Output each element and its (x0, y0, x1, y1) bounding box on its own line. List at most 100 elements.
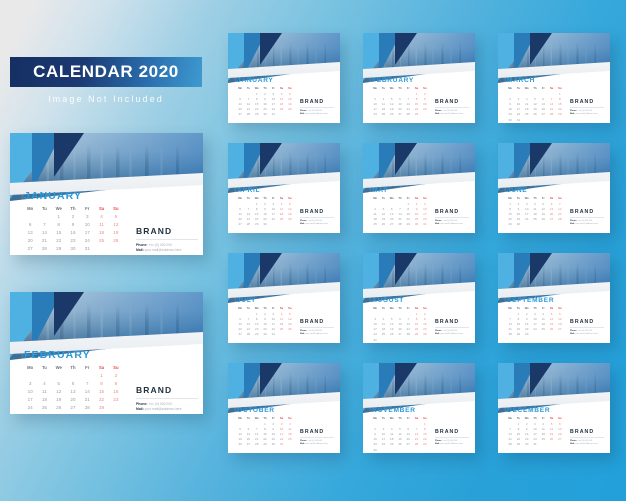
day-cell[interactable]: 20 (66, 396, 80, 404)
day-cell[interactable]: 31 (514, 117, 522, 122)
day-cell[interactable]: 16 (66, 228, 80, 236)
day-cell[interactable]: 14 (37, 228, 51, 236)
day-cell[interactable]: 23 (109, 396, 123, 404)
day-cell[interactable]: 30 (523, 442, 531, 447)
day-cell[interactable]: 29 (52, 245, 66, 253)
day-cell[interactable]: 27 (388, 222, 396, 227)
day-cell[interactable]: 1 (94, 371, 108, 379)
day-cell[interactable]: 30 (523, 332, 531, 337)
day-cell[interactable]: 3 (23, 379, 37, 387)
day-cell[interactable]: 5 (52, 379, 66, 387)
day-cell[interactable]: 7 (37, 220, 51, 228)
day-cell[interactable]: 2 (66, 212, 80, 220)
day-cell[interactable]: 25 (379, 112, 387, 117)
day-cell[interactable]: 16 (109, 387, 123, 395)
calendar-card-february[interactable]: FEBRUARY Mo Tu We Th Fr Sa Su 1 2 3 4 5 6 7 8 9 10 11 12 13 1… (10, 292, 203, 414)
day-cell[interactable]: 29 (506, 222, 514, 227)
day-cell[interactable]: 27 (236, 222, 244, 227)
day-cell[interactable]: 21 (37, 237, 51, 245)
day-cell[interactable]: 24 (23, 404, 37, 412)
calendar-card-march[interactable]: MARCH Mo Tu We Th Fr Sa Su 1 2 3 4 5 6 7 8 9 10 11 12 13 14 15… (498, 33, 610, 123)
day-cell[interactable]: 12 (109, 220, 123, 228)
day-cell[interactable]: 30 (412, 222, 420, 227)
day-cell[interactable]: 25 (371, 222, 379, 227)
day-cell[interactable]: 28 (506, 332, 514, 337)
day-cell[interactable]: 28 (253, 442, 261, 447)
day-cell[interactable]: 13 (23, 228, 37, 236)
day-cell[interactable]: 18 (94, 228, 108, 236)
day-cell[interactable]: 31 (421, 222, 429, 227)
day-cell[interactable]: 19 (52, 396, 66, 404)
day-cell[interactable]: 31 (80, 245, 94, 253)
day-cell[interactable]: 22 (52, 237, 66, 245)
day-cell[interactable]: 23 (66, 237, 80, 245)
day-cell[interactable]: 29 (261, 442, 269, 447)
day-cell[interactable]: 28 (396, 222, 404, 227)
day-cell[interactable]: 27 (66, 404, 80, 412)
day-cell[interactable]: 22 (94, 396, 108, 404)
day-cell[interactable]: 29 (514, 332, 522, 337)
day-cell[interactable]: 29 (412, 112, 420, 117)
day-cell[interactable]: 12 (52, 387, 66, 395)
day-cell[interactable]: 3 (80, 212, 94, 220)
day-cell[interactable]: 27 (396, 112, 404, 117)
day-cell[interactable]: 1 (52, 212, 66, 220)
day-cell[interactable]: 27 (23, 245, 37, 253)
day-cell[interactable]: 15 (52, 228, 66, 236)
day-cell[interactable]: 30 (261, 222, 269, 227)
day-cell[interactable]: 27 (236, 332, 244, 337)
calendar-card-november[interactable]: NOVEMBER Mo Tu We Th Fr Sa Su 1 2 3 4 5 6 7 8 9 10 11 12 13 1… (363, 363, 475, 453)
day-cell[interactable]: 11 (37, 387, 51, 395)
day-cell[interactable]: 9 (66, 220, 80, 228)
day-cell[interactable]: 14 (80, 387, 94, 395)
day-cell[interactable]: 25 (94, 237, 108, 245)
day-cell[interactable]: 30 (514, 222, 522, 227)
day-cell[interactable]: 8 (52, 220, 66, 228)
day-cell[interactable]: 28 (244, 222, 252, 227)
calendar-card-october[interactable]: OCTOBER Mo Tu We Th Fr Sa Su 1 2 3 4 5 6 7 8 9 10 11 12 13 14… (228, 363, 340, 453)
day-cell[interactable]: 30 (66, 245, 80, 253)
day-cell[interactable]: 30 (506, 117, 514, 122)
day-cell[interactable]: 30 (371, 447, 379, 452)
calendar-card-may[interactable]: MAY Mo Tu We Th Fr Sa Su 1 2 3 4 5 6 7 8 9 10 11 12 13 14 15 16… (363, 143, 475, 233)
day-cell[interactable]: 13 (66, 387, 80, 395)
day-cell[interactable]: 31 (531, 442, 539, 447)
day-cell[interactable]: 28 (80, 404, 94, 412)
calendar-card-april[interactable]: APRIL Mo Tu We Th Fr Sa Su 1 2 3 4 5 6 7 8 9 10 11 12 13 14 15… (228, 143, 340, 233)
day-cell[interactable]: 29 (253, 222, 261, 227)
day-cell[interactable]: 30 (261, 332, 269, 337)
day-cell[interactable]: 29 (94, 404, 108, 412)
day-cell[interactable]: 26 (236, 442, 244, 447)
day-cell[interactable]: 29 (253, 112, 261, 117)
day-cell[interactable]: 26 (52, 404, 66, 412)
day-cell[interactable]: 31 (269, 332, 277, 337)
day-cell[interactable]: 18 (37, 396, 51, 404)
day-cell[interactable]: 11 (94, 220, 108, 228)
day-cell[interactable]: 30 (261, 112, 269, 117)
day-cell[interactable]: 17 (80, 228, 94, 236)
calendar-card-august[interactable]: AUGUST Mo Tu We Th Fr Sa Su 1 2 3 4 5 6 7 8 9 10 11 12 13 14 1… (363, 253, 475, 343)
day-cell[interactable]: 2 (109, 371, 123, 379)
day-cell[interactable]: 27 (244, 442, 252, 447)
day-cell[interactable]: 29 (404, 222, 412, 227)
day-cell[interactable]: 10 (23, 387, 37, 395)
day-cell[interactable]: 19 (109, 228, 123, 236)
day-cell[interactable]: 4 (37, 379, 51, 387)
calendar-card-july[interactable]: JULY Mo Tu We Th Fr Sa Su 1 2 3 4 5 6 7 8 9 10 11 12 13 14 15 1… (228, 253, 340, 343)
day-cell[interactable]: 26 (388, 112, 396, 117)
day-cell[interactable]: 28 (244, 112, 252, 117)
day-cell[interactable]: 28 (244, 332, 252, 337)
day-cell[interactable]: 17 (23, 396, 37, 404)
day-cell[interactable]: 8 (94, 379, 108, 387)
day-cell[interactable]: 4 (94, 212, 108, 220)
day-cell[interactable]: 5 (109, 212, 123, 220)
calendar-card-february[interactable]: FEBRUARY Mo Tu We Th Fr Sa Su 1 2 3 4 5 6 7 8 9 10 11 12 13 1… (363, 33, 475, 123)
day-cell[interactable]: 6 (66, 379, 80, 387)
day-cell[interactable]: 30 (269, 442, 277, 447)
calendar-card-december[interactable]: DECEMBER Mo Tu We Th Fr Sa Su 1 2 3 4 5 6 7 8 9 10 11 12 13 1… (498, 363, 610, 453)
day-cell[interactable]: 26 (109, 237, 123, 245)
day-cell[interactable]: 29 (253, 332, 261, 337)
day-cell[interactable]: 28 (404, 112, 412, 117)
calendar-card-june[interactable]: JUNE Mo Tu We Th Fr Sa Su 1 2 3 4 5 6 7 8 9 10 11 12 13 14 15 1… (498, 143, 610, 233)
day-cell[interactable]: 26 (379, 222, 387, 227)
